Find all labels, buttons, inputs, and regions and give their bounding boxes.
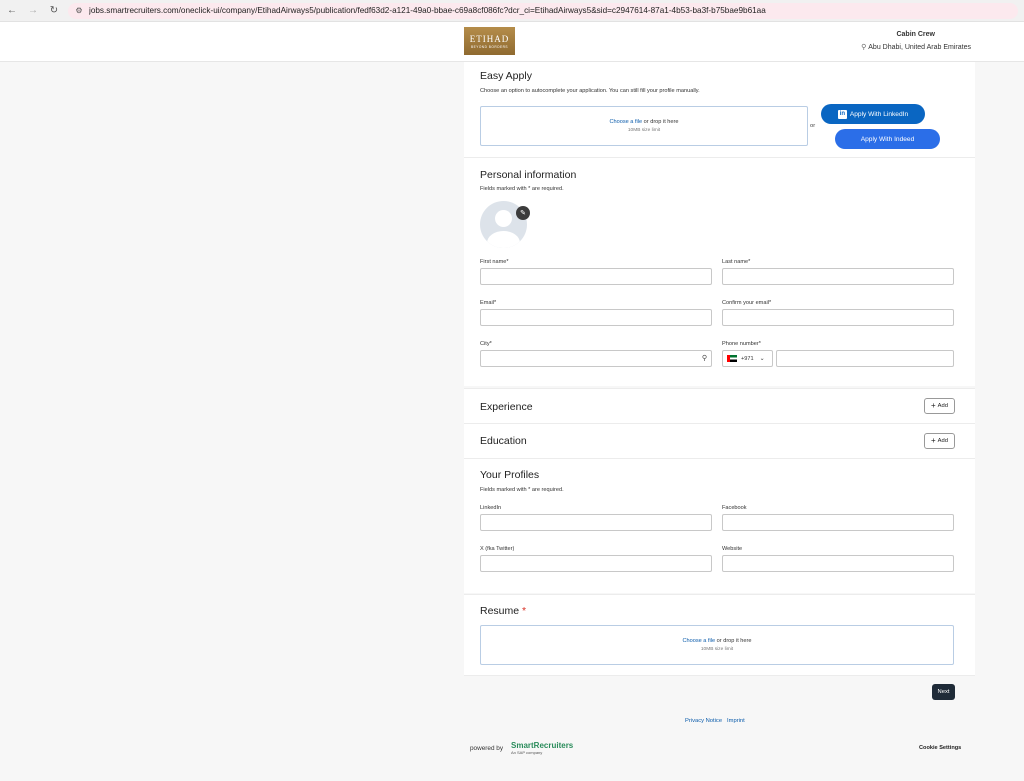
smartrecruiters-tagline: An SAP company — [511, 750, 543, 755]
first-name-input[interactable] — [480, 268, 712, 285]
autofill-dropzone[interactable]: Choose a file or drop it here 10MB size … — [480, 106, 808, 146]
apply-with-indeed-button[interactable]: Apply With Indeed — [835, 129, 940, 149]
site-header: ETIHAD BEYOND BORDERS Cabin Crew ⚲ Abu D… — [0, 22, 1024, 62]
browser-toolbar: ← → ↻ ⚙ jobs.smartrecruiters.com/oneclic… — [0, 0, 1024, 22]
uae-flag-icon — [727, 355, 737, 362]
add-label: Add — [937, 403, 948, 409]
twitter-label: X (fka Twitter) — [480, 546, 515, 552]
location-pin-icon: ⚲ — [861, 44, 867, 51]
privacy-notice-link[interactable]: Privacy Notice — [685, 718, 722, 724]
job-title: Cabin Crew — [896, 31, 935, 38]
next-button-label: Next — [937, 689, 950, 695]
reload-icon[interactable]: ↻ — [47, 4, 61, 18]
back-arrow-icon[interactable]: ← — [5, 4, 19, 18]
cookie-settings-link[interactable]: Cookie Settings — [919, 745, 961, 751]
profiles-title: Your Profiles — [480, 469, 540, 481]
smartrecruiters-name: SmartRecruiters — [511, 741, 574, 750]
linkedin-label: LinkedIn — [480, 505, 502, 511]
dial-code: +971 — [741, 355, 754, 362]
dropzone-size-limit: 10MB size limit — [627, 128, 661, 133]
required-note: Fields marked with * are required. — [480, 186, 564, 192]
personal-info-title: Personal information — [480, 169, 577, 181]
logo-subtext: BEYOND BORDERS — [470, 44, 509, 49]
next-button[interactable]: Next — [932, 684, 955, 700]
chevron-down-icon: ⌄ — [759, 356, 765, 362]
apply-with-linkedin-button[interactable]: in Apply With LinkedIn — [821, 104, 925, 124]
linkedin-input[interactable] — [480, 514, 712, 531]
site-settings-icon[interactable]: ⚙ — [74, 6, 84, 16]
city-label: City* — [480, 341, 492, 347]
city-input[interactable]: ⚲ — [480, 350, 712, 367]
url-text[interactable]: jobs.smartrecruiters.com/oneclick-ui/com… — [89, 6, 766, 15]
twitter-input[interactable] — [480, 555, 712, 572]
etihad-logo[interactable]: ETIHAD BEYOND BORDERS — [464, 27, 515, 55]
education-title: Education — [480, 435, 527, 447]
smartrecruiters-logo[interactable]: SmartRecruiters An SAP company — [511, 741, 573, 755]
email-input[interactable] — [480, 309, 712, 326]
dropzone-text: or drop it here — [642, 119, 679, 125]
dropzone-text: or drop it here — [715, 638, 752, 644]
forward-arrow-icon[interactable]: → — [26, 4, 40, 18]
powered-by-text: powered by — [470, 745, 504, 752]
dropzone-line: Choose a file or drop it here — [682, 638, 751, 644]
add-experience-button[interactable]: + Add — [924, 398, 955, 414]
dropzone-size-limit: 10MB size limit — [700, 647, 734, 652]
avatar-head — [495, 210, 512, 227]
footer-links: Privacy Notice Imprint — [685, 718, 745, 724]
resume-section: Resume * Choose a file or drop it here 1… — [464, 595, 975, 675]
dropzone-line: Choose a file or drop it here — [609, 119, 678, 125]
experience-title: Experience — [480, 401, 533, 413]
edit-pencil-icon[interactable]: ✎ — [516, 206, 530, 220]
country-code-select[interactable]: +971 ⌄ — [722, 350, 773, 367]
plus-icon: + — [931, 401, 936, 410]
choose-file-link[interactable]: Choose a file — [682, 638, 715, 644]
easy-apply-description: Choose an option to autocomplete your ap… — [480, 88, 700, 94]
required-note: Fields marked with * are required. — [480, 487, 564, 493]
phone-input[interactable] — [776, 350, 954, 367]
resume-title: Resume * — [480, 605, 526, 617]
easy-apply-section: Easy Apply Choose an option to autocompl… — [464, 62, 975, 157]
facebook-input[interactable] — [722, 514, 954, 531]
add-education-button[interactable]: + Add — [924, 433, 955, 449]
resume-dropzone[interactable]: Choose a file or drop it here 10MB size … — [480, 625, 954, 665]
required-star: * — [522, 605, 527, 617]
job-location-text: Abu Dhabi, United Arab Emirates — [868, 43, 971, 51]
linkedin-icon: in — [837, 109, 847, 119]
last-name-input[interactable] — [722, 268, 954, 285]
section-divider — [464, 675, 975, 676]
personal-info-section: Personal information Fields marked with … — [464, 158, 975, 386]
imprint-link[interactable]: Imprint — [727, 718, 745, 724]
job-location: ⚲ Abu Dhabi, United Arab Emirates — [861, 43, 971, 52]
linkedin-button-label: Apply With LinkedIn — [849, 110, 909, 118]
facebook-label: Facebook — [722, 505, 747, 511]
plus-icon: + — [931, 436, 936, 445]
indeed-button-label: Apply With Indeed — [860, 135, 915, 143]
last-name-label: Last name* — [722, 259, 751, 265]
or-separator: or — [810, 123, 816, 129]
first-name-label: First name* — [480, 259, 509, 265]
confirm-email-label: Confirm your email* — [722, 300, 772, 306]
address-bar[interactable]: ⚙ jobs.smartrecruiters.com/oneclick-ui/c… — [68, 2, 1018, 19]
add-label: Add — [937, 438, 948, 444]
avatar-body — [487, 231, 520, 248]
website-input[interactable] — [722, 555, 954, 572]
profiles-section: Your Profiles Fields marked with * are r… — [464, 459, 975, 593]
education-section: Education + Add — [464, 424, 975, 458]
website-label: Website — [722, 546, 743, 552]
choose-file-link[interactable]: Choose a file — [609, 119, 642, 125]
experience-section: Experience + Add — [464, 389, 975, 423]
logo-text: ETIHAD — [469, 33, 510, 44]
phone-label: Phone number* — [722, 341, 761, 347]
email-label: Email* — [480, 300, 497, 306]
confirm-email-input[interactable] — [722, 309, 954, 326]
resume-title-text: Resume — [480, 605, 520, 617]
search-icon: ⚲ — [701, 355, 707, 362]
easy-apply-title: Easy Apply — [480, 70, 532, 82]
